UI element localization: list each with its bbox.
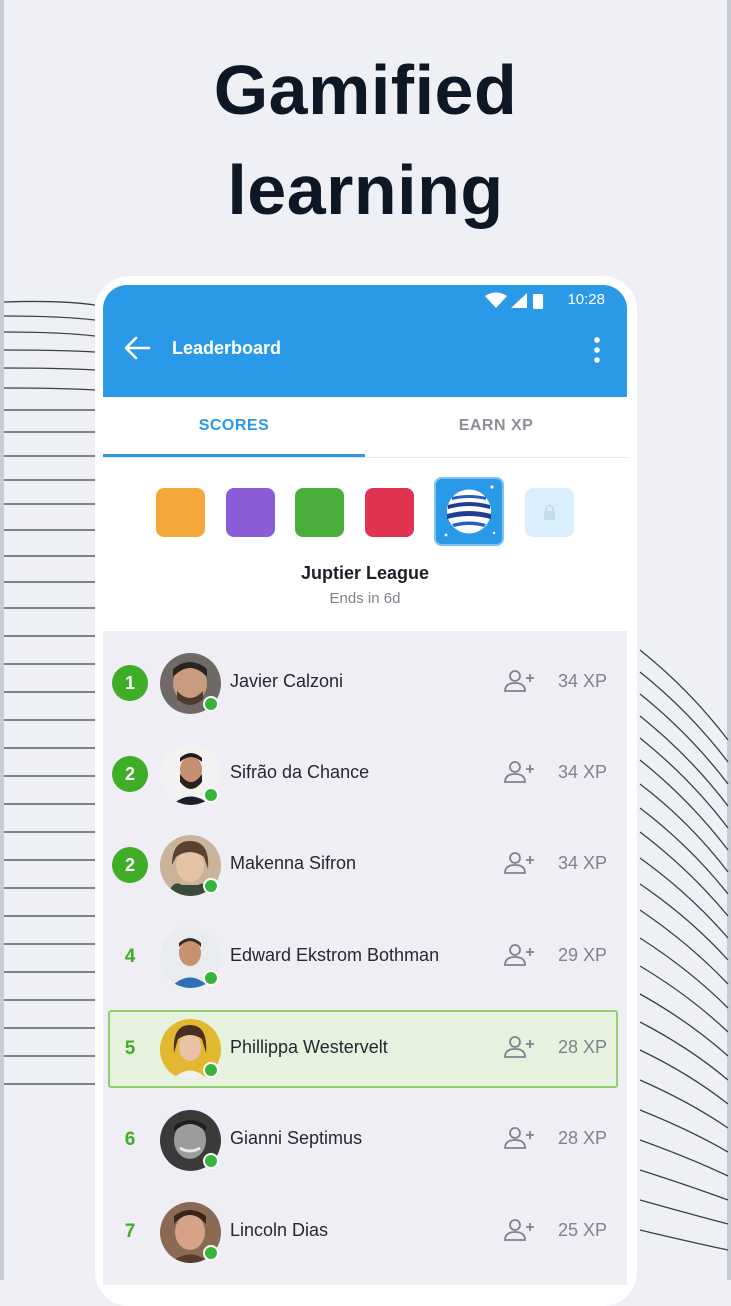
leaderboard-row[interactable]: 7 Lincoln Dias 25 XP (103, 1194, 627, 1274)
leaderboard-row[interactable]: 2 Sifrão da Chance 34 XP (103, 736, 627, 816)
tab-divider (103, 457, 627, 458)
online-indicator (203, 1153, 219, 1169)
phone-screen: 10:28 Leaderboard SCORES EARN XP Juptier… (103, 285, 627, 1285)
rank-number: 6 (124, 1129, 136, 1150)
league-ends: Ends in 6d (329, 590, 401, 607)
online-indicator (203, 787, 219, 803)
online-indicator (203, 696, 219, 712)
leaderboard-row[interactable]: 2 Makenna Sifron 34 XP (103, 827, 627, 907)
tab-earn-xp[interactable]: EARN XP (365, 417, 627, 435)
player-xp: 28 XP (557, 1128, 607, 1148)
app-bar: 10:28 Leaderboard (103, 285, 627, 397)
player-name: Javier Calzoni (230, 671, 344, 691)
rank-number: 5 (124, 1038, 136, 1059)
battery-icon (533, 294, 543, 309)
rank-badge: 2 (112, 847, 148, 883)
add-friend-icon[interactable] (504, 943, 536, 972)
online-indicator (203, 970, 219, 986)
add-friend-icon[interactable] (504, 1218, 536, 1247)
status-time: 10:28 (567, 291, 605, 308)
player-xp: 34 XP (557, 671, 607, 691)
player-xp: 29 XP (557, 945, 607, 965)
player-name: Phillippa Westervelt (230, 1037, 388, 1057)
player-name: Makenna Sifron (230, 853, 357, 873)
headline-line-1: Gamified (213, 51, 518, 129)
add-friend-icon[interactable] (504, 760, 536, 789)
league-badge-locked[interactable] (525, 488, 574, 537)
add-friend-icon[interactable] (504, 1126, 536, 1155)
add-friend-icon[interactable] (504, 851, 536, 880)
leaderboard-row[interactable]: 4 Edward Ekstrom Bothman 29 XP (103, 919, 627, 999)
app-bar-title: Leaderboard (172, 338, 282, 358)
leaderboard-row[interactable]: 1 Javier Calzoni 34 XP (103, 645, 627, 725)
player-name: Edward Ekstrom Bothman (230, 945, 440, 965)
player-xp: 28 XP (557, 1037, 607, 1057)
leaderboard-row-current-user[interactable]: 5 Phillippa Westervelt 28 XP (103, 1010, 627, 1091)
online-indicator (203, 1062, 219, 1078)
tab-scores[interactable]: SCORES (103, 417, 365, 435)
headline: Gamified learning (0, 40, 731, 240)
league-name: Juptier League (300, 563, 430, 583)
league-badge-jupiter[interactable] (434, 477, 504, 546)
more-vert-icon[interactable] (593, 336, 601, 369)
leaderboard-row[interactable]: 6 Gianni Septimus 28 XP (103, 1102, 627, 1182)
player-xp: 25 XP (557, 1220, 607, 1240)
rank-number: 7 (124, 1221, 136, 1242)
player-xp: 34 XP (557, 853, 607, 873)
headline-line-2: learning (227, 151, 504, 229)
online-indicator (203, 1245, 219, 1261)
rank-badge: 1 (112, 665, 148, 701)
jupiter-planet-icon (444, 485, 496, 537)
league-badge-green[interactable] (295, 488, 344, 537)
league-badge-orange[interactable] (156, 488, 205, 537)
back-arrow-icon[interactable] (123, 335, 151, 366)
player-name: Sifrão da Chance (230, 762, 370, 782)
status-icons (483, 292, 551, 315)
add-friend-icon[interactable] (504, 669, 536, 698)
rank-number: 4 (124, 946, 136, 967)
rank-badge: 2 (112, 756, 148, 792)
add-friend-icon[interactable] (504, 1035, 536, 1064)
player-name: Lincoln Dias (230, 1220, 329, 1240)
lock-icon (544, 504, 555, 520)
league-badge-red[interactable] (365, 488, 414, 537)
player-xp: 34 XP (557, 762, 607, 782)
wifi-icon (485, 292, 507, 308)
league-panel: SCORES EARN XP Juptier League Ends in 6d (103, 397, 627, 631)
online-indicator (203, 878, 219, 894)
league-badge-purple[interactable] (226, 488, 275, 537)
cell-signal-icon (511, 293, 527, 308)
player-name: Gianni Septimus (230, 1128, 363, 1148)
